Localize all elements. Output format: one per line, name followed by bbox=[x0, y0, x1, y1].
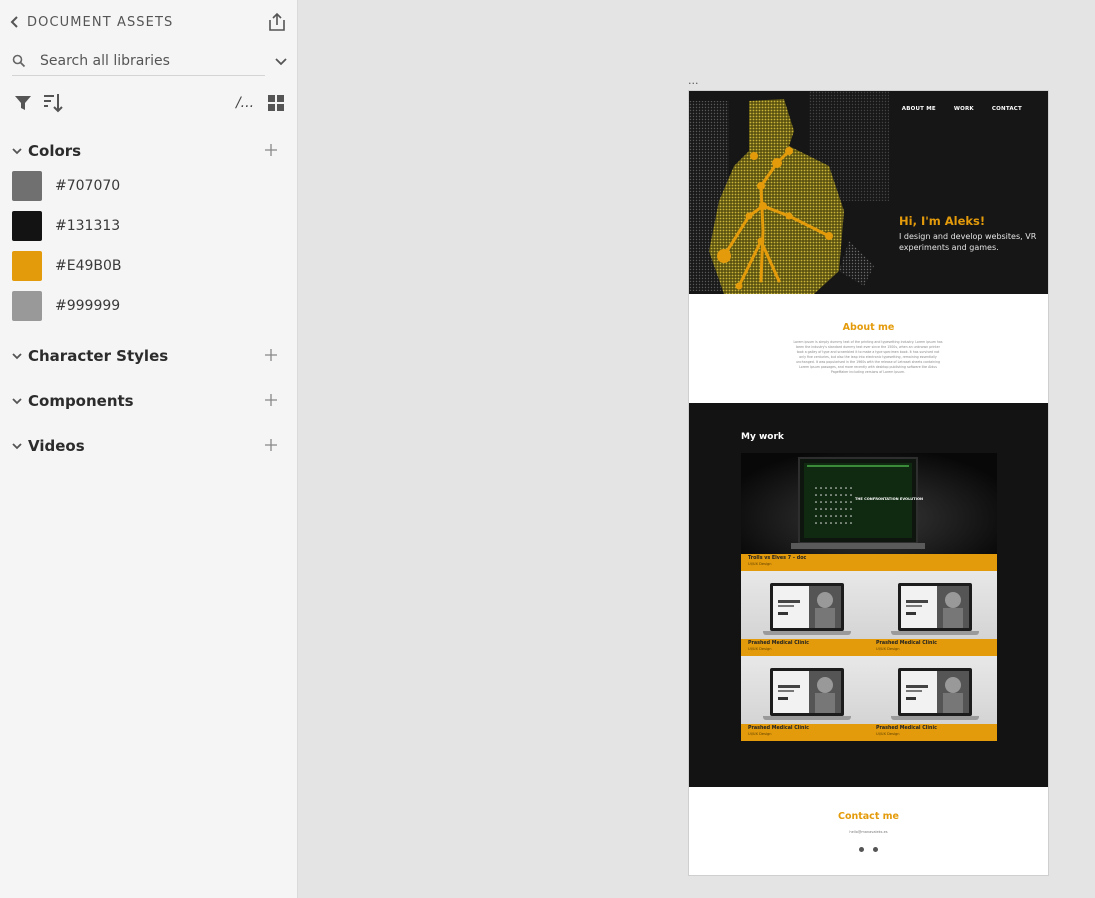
contact-title: Contact me bbox=[837, 811, 900, 822]
color-swatch[interactable] bbox=[12, 211, 42, 241]
color-hex-label: #707070 bbox=[55, 178, 121, 194]
search-bar bbox=[12, 46, 288, 76]
panel-title: DOCUMENT ASSETS bbox=[27, 14, 174, 30]
project-subtitle: UI/UX Design bbox=[748, 732, 772, 736]
search-icon bbox=[12, 53, 28, 69]
toolbar: /... bbox=[12, 92, 290, 114]
components-section-header[interactable]: Components bbox=[12, 390, 288, 412]
hero-section: ABOUT ME WORK CONTACT Hi, I'm Aleks! I d… bbox=[689, 91, 1048, 294]
laptop-base bbox=[763, 631, 851, 635]
work-title: My work bbox=[741, 432, 784, 442]
sort-icon[interactable] bbox=[42, 92, 64, 114]
videos-section-label: Videos bbox=[28, 437, 85, 455]
chevron-down-icon bbox=[12, 145, 24, 157]
components-section-label: Components bbox=[28, 392, 134, 410]
project-caption-bar: Prashed Medical Clinic UI/UX Design bbox=[741, 724, 869, 741]
project-card[interactable]: Prashed Medical Clinic UI/UX Design bbox=[741, 571, 869, 656]
panel-header: DOCUMENT ASSETS bbox=[10, 12, 290, 32]
color-hex-label: #E49B0B bbox=[55, 258, 122, 274]
back-chevron-icon[interactable] bbox=[10, 15, 24, 29]
about-body: Lorem ipsum is simply dummy text of the … bbox=[793, 340, 943, 374]
laptop-mockup-image bbox=[770, 668, 844, 716]
project-caption-bar: Prashed Medical Clinic UI/UX Design bbox=[741, 639, 869, 656]
artboard[interactable]: ABOUT ME WORK CONTACT Hi, I'm Aleks! I d… bbox=[688, 90, 1049, 876]
character-styles-section-header[interactable]: Character Styles bbox=[12, 345, 288, 367]
color-swatch-row[interactable]: #999999 bbox=[12, 291, 272, 321]
work-grid: THE CONFRONTATION EVOLUTION Trolls vs El… bbox=[741, 453, 997, 742]
contact-email[interactable]: hello@manavaleks.es bbox=[689, 830, 1048, 834]
library-dropdown-chevron-icon[interactable] bbox=[274, 54, 288, 68]
color-swatch-row[interactable]: #707070 bbox=[12, 171, 272, 201]
project-caption-bar: Prashed Medical Clinic UI/UX Design bbox=[869, 639, 997, 656]
contact-section: Contact me hello@manavaleks.es bbox=[689, 787, 1048, 875]
add-color-plus-icon[interactable] bbox=[264, 142, 278, 156]
project-card[interactable]: Prashed Medical Clinic UI/UX Design bbox=[741, 656, 869, 741]
chevron-down-icon bbox=[12, 440, 24, 452]
social-icon[interactable] bbox=[873, 847, 878, 852]
color-swatch-row[interactable]: #131313 bbox=[12, 211, 272, 241]
assets-panel: DOCUMENT ASSETS /... bbox=[0, 0, 298, 898]
project-card[interactable]: Prashed Medical Clinic UI/UX Design bbox=[869, 571, 997, 656]
laptop-mockup-image bbox=[898, 668, 972, 716]
color-swatch[interactable] bbox=[12, 291, 42, 321]
featured-caption-bar: Trolls vs Elves 7 – doc UI/UX Design bbox=[741, 554, 997, 571]
nav-link-work[interactable]: WORK bbox=[954, 106, 974, 112]
color-swatch-row[interactable]: #E49B0B bbox=[12, 251, 272, 281]
artboard-menu-dots[interactable]: ... bbox=[688, 74, 699, 87]
color-swatch[interactable] bbox=[12, 171, 42, 201]
colors-section-header[interactable]: Colors bbox=[12, 140, 288, 162]
featured-project-card[interactable]: THE CONFRONTATION EVOLUTION Trolls vs El… bbox=[741, 453, 997, 571]
project-subtitle: UI/UX Design bbox=[876, 647, 900, 651]
laptop-base bbox=[891, 631, 979, 635]
laptop-base bbox=[763, 716, 851, 720]
hero-subtitle: I design and develop websites, VR experi… bbox=[899, 232, 1037, 252]
about-section: About me Lorem ipsum is simply dummy tex… bbox=[689, 294, 1048, 402]
site-nav: ABOUT ME WORK CONTACT bbox=[902, 106, 1022, 112]
laptop-mockup-image bbox=[770, 583, 844, 631]
project-subtitle: UI/UX Design bbox=[876, 732, 900, 736]
color-hex-label: #999999 bbox=[55, 298, 121, 314]
character-styles-section-label: Character Styles bbox=[28, 347, 169, 365]
laptop-base bbox=[891, 716, 979, 720]
color-hex-label: #131313 bbox=[55, 218, 121, 234]
social-links bbox=[859, 847, 878, 852]
chevron-down-icon bbox=[12, 395, 24, 407]
project-subtitle: UI/UX Design bbox=[748, 647, 772, 651]
hero-vr-figure-image bbox=[689, 91, 889, 294]
path-label[interactable]: /... bbox=[234, 92, 256, 114]
featured-project-subtitle: UI/UX Design bbox=[748, 562, 772, 566]
laptop-mockup-image bbox=[898, 583, 972, 631]
chevron-down-icon bbox=[12, 350, 24, 362]
filter-icon[interactable] bbox=[12, 92, 34, 114]
videos-section-header[interactable]: Videos bbox=[12, 435, 288, 457]
grid-view-icon[interactable] bbox=[265, 92, 287, 114]
search-input[interactable] bbox=[40, 53, 260, 69]
social-icon[interactable] bbox=[859, 847, 864, 852]
colors-section-label: Colors bbox=[28, 142, 82, 160]
featured-screen-text: THE CONFRONTATION EVOLUTION bbox=[855, 497, 923, 501]
add-character-style-plus-icon[interactable] bbox=[264, 347, 278, 361]
search-underline bbox=[12, 75, 265, 76]
about-title: About me bbox=[842, 322, 895, 333]
color-swatch[interactable] bbox=[12, 251, 42, 281]
work-section: My work THE CONFRONTATION EVOLUTION Trol… bbox=[689, 403, 1048, 787]
project-card[interactable]: Prashed Medical Clinic UI/UX Design bbox=[869, 656, 997, 741]
nav-link-about[interactable]: ABOUT ME bbox=[902, 106, 936, 112]
share-icon[interactable] bbox=[267, 12, 287, 32]
add-video-plus-icon[interactable] bbox=[264, 437, 278, 451]
add-component-plus-icon[interactable] bbox=[264, 392, 278, 406]
project-caption-bar: Prashed Medical Clinic UI/UX Design bbox=[869, 724, 997, 741]
nav-link-contact[interactable]: CONTACT bbox=[992, 106, 1022, 112]
hero-title: Hi, I'm Aleks! bbox=[899, 214, 986, 228]
